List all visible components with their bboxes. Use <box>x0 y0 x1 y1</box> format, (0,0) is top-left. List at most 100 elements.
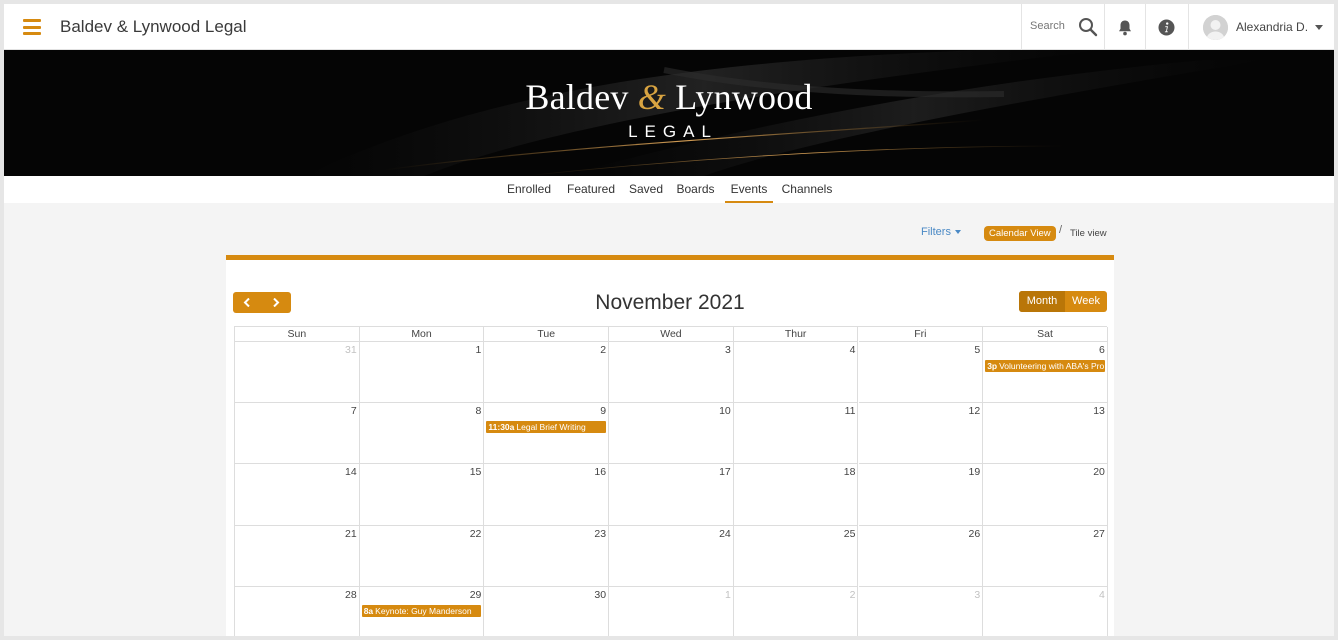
day-number: 3 <box>974 588 981 601</box>
day-number: 25 <box>843 527 856 540</box>
calendar-event[interactable]: 11:30a Legal Brief Writing <box>486 421 607 434</box>
day-cell[interactable]: 5 <box>858 342 984 404</box>
tab-channels[interactable]: Channels <box>779 176 835 203</box>
day-number: 2 <box>600 344 607 356</box>
day-number: 2 <box>849 588 856 601</box>
day-cell[interactable]: 17 <box>609 464 734 526</box>
search-input[interactable]: Search <box>1030 20 1065 32</box>
section-tabs: Enrolled Featured Saved Boards Events Ch… <box>4 176 1334 203</box>
info-icon[interactable] <box>1158 19 1175 36</box>
weekday-header: Sun <box>235 327 360 342</box>
day-number: 8 <box>475 405 482 418</box>
calendar-view-button[interactable]: Calendar View <box>984 226 1056 241</box>
day-number: 9 <box>600 405 607 418</box>
event-title: Legal Brief Writing <box>516 422 586 433</box>
weekday-header: Wed <box>609 327 734 342</box>
day-cell[interactable]: 26 <box>858 525 984 587</box>
day-cell[interactable]: 1 <box>359 342 485 404</box>
day-cell[interactable]: 18 <box>733 464 859 526</box>
day-number: 15 <box>469 466 482 479</box>
tab-events[interactable]: Events <box>725 176 773 203</box>
day-cell[interactable]: 2 <box>734 586 859 636</box>
event-time: 8a <box>363 605 374 616</box>
menu-icon[interactable] <box>23 19 41 35</box>
day-number: 4 <box>1099 588 1105 601</box>
day-number: 27 <box>1093 527 1105 540</box>
weekday-header: Mon <box>359 327 485 342</box>
user-silhouette-icon <box>1203 15 1228 40</box>
tab-boards[interactable]: Boards <box>673 176 718 203</box>
week-view-button[interactable]: Week <box>1065 291 1107 312</box>
day-number: 24 <box>719 527 731 540</box>
day-cell[interactable]: 3 <box>609 342 734 404</box>
day-number: 29 <box>469 588 482 601</box>
tab-saved[interactable]: Saved <box>626 176 666 203</box>
day-number: 26 <box>968 527 981 540</box>
day-cell[interactable]: 27 <box>983 525 1108 587</box>
day-cell[interactable]: 25 <box>733 525 859 587</box>
banner-logo-left: Baldev <box>525 77 629 117</box>
event-title: Keynote: Guy Manderson <box>375 605 472 616</box>
day-cell[interactable]: 31 <box>235 342 360 404</box>
day-cell[interactable]: 28 <box>235 586 360 636</box>
day-cell[interactable]: 3 <box>859 586 984 636</box>
day-cell[interactable]: 29 8a Keynote: Guy Manderson <box>360 586 485 636</box>
next-month-button[interactable] <box>262 292 291 313</box>
day-cell[interactable]: 7 <box>235 403 360 465</box>
caret-down-icon[interactable] <box>1315 25 1323 30</box>
day-cell[interactable]: 4 <box>983 586 1108 636</box>
day-cell[interactable]: 30 <box>484 586 610 636</box>
user-name[interactable]: Alexandria D. <box>1236 20 1308 34</box>
weekday-header: Thur <box>733 327 859 342</box>
day-cell[interactable]: 12 <box>858 403 984 465</box>
calendar-event[interactable]: 3pVolunteering with ABA's Pro Bono <box>985 360 1105 372</box>
tab-featured[interactable]: Featured <box>563 176 619 203</box>
filters-dropdown[interactable]: Filters <box>921 226 961 238</box>
calendar-event[interactable]: 8a Keynote: Guy Manderson <box>361 604 482 617</box>
tile-view-link[interactable]: Tile view <box>1070 228 1107 239</box>
search-icon[interactable] <box>1078 17 1098 37</box>
day-cell[interactable]: 23 <box>484 525 610 587</box>
day-number: 18 <box>843 466 856 479</box>
calendar-nav <box>233 292 291 313</box>
day-cell[interactable]: 16 <box>484 464 610 526</box>
day-cell[interactable]: 2 <box>484 342 610 404</box>
day-cell[interactable]: 4 <box>733 342 859 404</box>
day-cell[interactable]: 9 11:30a Legal Brief Writing <box>484 403 610 465</box>
day-cell[interactable]: 11 <box>733 403 859 465</box>
day-number: 21 <box>345 527 357 540</box>
tab-enrolled[interactable]: Enrolled <box>502 176 556 203</box>
banner-logo-right: Lynwood <box>675 77 813 117</box>
day-cell[interactable]: 20 <box>983 464 1108 526</box>
prev-month-button[interactable] <box>233 292 262 313</box>
day-cell[interactable]: 19 <box>858 464 984 526</box>
day-number: 14 <box>345 466 357 479</box>
divider <box>1104 4 1105 50</box>
banner-subtitle: LEGAL <box>628 122 718 141</box>
day-number: 4 <box>849 344 856 356</box>
day-cell[interactable]: 22 <box>359 525 485 587</box>
banner-logo: Baldev & Lynwood <box>4 76 1334 118</box>
day-cell[interactable]: 6 3pVolunteering with ABA's Pro Bono <box>983 342 1108 404</box>
event-time: 3p <box>987 361 998 371</box>
day-cell[interactable]: 21 <box>235 525 360 587</box>
day-number: 11 <box>844 405 856 418</box>
app-title: Baldev & Lynwood Legal <box>60 17 247 36</box>
bell-icon[interactable] <box>1117 19 1133 36</box>
brand-banner: Baldev & Lynwood LEGAL <box>4 50 1334 176</box>
avatar[interactable] <box>1203 15 1228 40</box>
weekday-header: Tue <box>484 327 610 342</box>
day-cell[interactable]: 8 <box>359 403 485 465</box>
divider <box>1021 4 1022 50</box>
day-cell[interactable]: 13 <box>983 403 1108 465</box>
day-number: 10 <box>719 405 731 418</box>
day-cell[interactable]: 10 <box>609 403 734 465</box>
day-cell[interactable]: 14 <box>235 464 360 526</box>
day-cell[interactable]: 15 <box>359 464 485 526</box>
day-number: 16 <box>594 466 607 479</box>
month-view-button[interactable]: Month <box>1019 291 1065 312</box>
day-cell[interactable]: 1 <box>609 586 734 636</box>
app-frame: Baldev & Lynwood Legal Search Alexandria <box>4 4 1334 636</box>
view-separator: / <box>1059 224 1063 236</box>
day-cell[interactable]: 24 <box>609 525 734 587</box>
